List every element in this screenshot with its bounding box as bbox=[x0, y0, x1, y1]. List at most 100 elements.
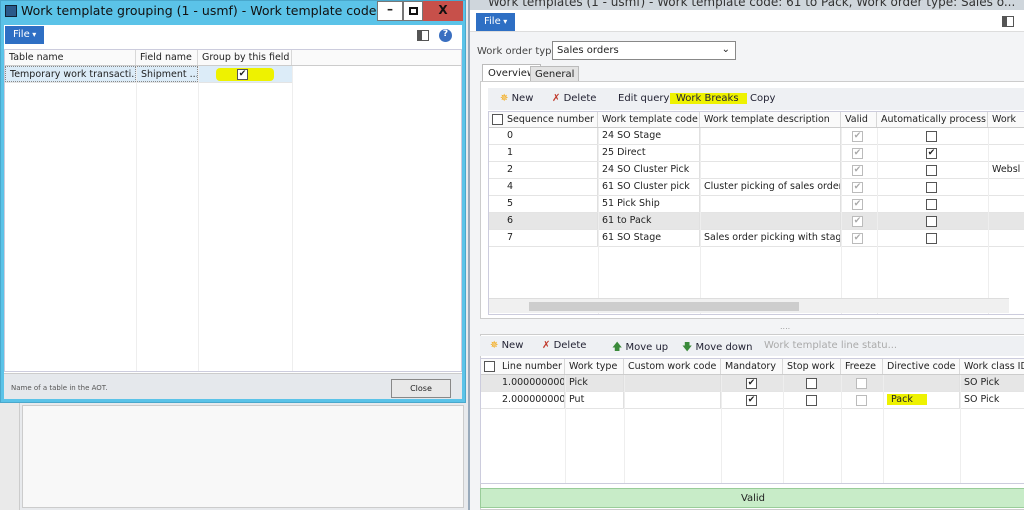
table-row[interactable]: 4 61 SO Cluster pick Cluster picking of sa… bbox=[489, 179, 1024, 196]
new-button[interactable]: ✵ New bbox=[500, 93, 533, 104]
auto-process-checkbox[interactable]: ✔ bbox=[926, 148, 937, 159]
column-header[interactable]: Stop work bbox=[783, 359, 841, 374]
column-header[interactable]: Group by this field bbox=[198, 50, 292, 65]
sequence-number: 2 bbox=[503, 162, 598, 178]
close-button[interactable]: Close bbox=[391, 379, 451, 398]
move-up-button[interactable]: 🡅 Move up bbox=[612, 340, 668, 357]
layout-icon[interactable] bbox=[1002, 16, 1014, 27]
work-template-grouping-window: Work template grouping (1 - usmf) - Work… bbox=[0, 0, 466, 403]
group-by-checkbox[interactable]: ✔ bbox=[237, 69, 248, 80]
work-template-code: 61 SO Stage bbox=[598, 230, 700, 246]
table-row[interactable]: 1.0000000000 Pick ✔ SO Pick bbox=[481, 375, 1024, 392]
work-templates-grid: Sequence number Work template code Work te… bbox=[488, 111, 1024, 315]
field-name[interactable]: Shipment ... bbox=[136, 66, 198, 82]
line-number: 2.0000000000 bbox=[498, 392, 565, 408]
horizontal-scrollbar[interactable] bbox=[489, 298, 1009, 313]
directive-code bbox=[883, 375, 960, 391]
column-header[interactable]: Work bbox=[988, 112, 1024, 127]
column-header[interactable]: Valid bbox=[841, 112, 877, 127]
directive-code: Pack bbox=[883, 392, 960, 408]
column-header[interactable]: Mandatory bbox=[721, 359, 783, 374]
file-menu[interactable]: File bbox=[5, 26, 45, 44]
minimize-button[interactable]: – bbox=[377, 1, 403, 21]
line-status-button: Work template line statu... bbox=[764, 340, 898, 351]
auto-process-checkbox[interactable] bbox=[926, 199, 937, 210]
work-value bbox=[988, 213, 1024, 229]
order-type-select[interactable]: Sales orders ⌄ bbox=[552, 41, 736, 60]
table-row[interactable]: 5 51 Pick Ship ✔ bbox=[489, 196, 1024, 213]
work-template-description bbox=[700, 162, 841, 178]
valid-checkbox: ✔ bbox=[852, 131, 863, 142]
table-row[interactable]: 2.0000000000 Put ✔ Pack SO Pick bbox=[481, 392, 1024, 409]
title-bar: Work templates (1 - usmf) - Work templat… bbox=[470, 0, 1024, 10]
column-divider bbox=[841, 128, 842, 314]
column-header[interactable]: Line number bbox=[498, 359, 565, 374]
splitter[interactable]: .... bbox=[780, 322, 790, 331]
select-all-checkbox[interactable] bbox=[484, 361, 495, 372]
line-new-button[interactable]: ✵ New bbox=[490, 340, 523, 351]
mandatory-checkbox[interactable]: ✔ bbox=[746, 378, 757, 389]
table-row[interactable]: 7 61 SO Stage Sales order picking with sta… bbox=[489, 230, 1024, 247]
column-header[interactable]: Work type bbox=[565, 359, 624, 374]
auto-process-checkbox[interactable] bbox=[926, 165, 937, 176]
custom-work-code bbox=[624, 375, 721, 391]
arrow-down-icon: 🡇 bbox=[682, 342, 693, 353]
column-header[interactable]: Automatically process bbox=[877, 112, 988, 127]
auto-process-checkbox[interactable] bbox=[926, 233, 937, 244]
column-header[interactable]: Field name bbox=[136, 50, 198, 65]
table-row[interactable]: 0 24 SO Stage ✔ bbox=[489, 128, 1024, 145]
column-header[interactable]: Work class ID bbox=[960, 359, 1024, 374]
work-template-description bbox=[700, 213, 841, 229]
work-template-code: 61 SO Cluster pick bbox=[598, 179, 700, 195]
tab-general[interactable]: General bbox=[530, 66, 580, 82]
valid-checkbox: ✔ bbox=[852, 216, 863, 227]
auto-process-checkbox[interactable] bbox=[926, 182, 937, 193]
work-value bbox=[988, 179, 1024, 195]
valid-checkbox: ✔ bbox=[852, 148, 863, 159]
valid-checkbox: ✔ bbox=[852, 165, 863, 176]
delete-x-icon: ✗ bbox=[542, 340, 551, 351]
column-header[interactable]: Work template description bbox=[700, 112, 841, 127]
work-class-id: SO Pick bbox=[964, 377, 1000, 388]
column-header[interactable]: Custom work code bbox=[624, 359, 721, 374]
auto-process-checkbox[interactable] bbox=[926, 216, 937, 227]
freeze-checkbox bbox=[856, 395, 867, 406]
stop-work-checkbox[interactable] bbox=[806, 395, 817, 406]
grid-header: Sequence number Work template code Work te… bbox=[489, 112, 1024, 128]
select-all-checkbox[interactable] bbox=[492, 114, 503, 125]
stop-work-checkbox[interactable] bbox=[806, 378, 817, 389]
column-header[interactable]: Directive code bbox=[883, 359, 960, 374]
work-breaks-button[interactable]: Work Breaks bbox=[670, 93, 747, 104]
table-row[interactable]: Temporary work transacti... Shipment ... ✔ bbox=[5, 66, 292, 83]
edit-query-button[interactable]: Edit query bbox=[618, 93, 669, 104]
work-template-code: 24 SO Cluster Pick bbox=[598, 162, 700, 178]
valid-checkbox: ✔ bbox=[852, 233, 863, 244]
column-header[interactable]: Freeze bbox=[841, 359, 883, 374]
maximize-button[interactable] bbox=[403, 1, 423, 21]
column-divider bbox=[700, 128, 701, 314]
line-delete-button[interactable]: ✗ Delete bbox=[542, 340, 586, 351]
table-row[interactable]: 2 24 SO Cluster Pick ✔ Websl bbox=[489, 162, 1024, 179]
close-window-button[interactable]: X bbox=[423, 1, 463, 21]
copy-button[interactable]: Copy bbox=[750, 93, 775, 104]
column-divider bbox=[988, 128, 989, 314]
table-row[interactable]: 6 61 to Pack ✔ bbox=[489, 213, 1024, 230]
delete-button[interactable]: ✗ Delete bbox=[552, 93, 596, 104]
work-template-description bbox=[700, 145, 841, 161]
help-icon[interactable]: ? bbox=[439, 29, 452, 42]
file-menu[interactable]: File bbox=[476, 13, 516, 31]
table-row[interactable]: 1 25 Direct ✔ ✔ bbox=[489, 145, 1024, 162]
column-header[interactable]: Work template code bbox=[598, 112, 700, 127]
move-down-button[interactable]: 🡇 Move down bbox=[682, 340, 752, 357]
auto-process-checkbox[interactable] bbox=[926, 131, 937, 142]
table-name[interactable]: Temporary work transacti... bbox=[5, 66, 136, 82]
sequence-number: 6 bbox=[503, 213, 598, 229]
layout-icon[interactable] bbox=[417, 30, 429, 41]
freeze-checkbox bbox=[856, 378, 867, 389]
column-header[interactable]: Table name bbox=[5, 50, 136, 65]
column-header[interactable]: Sequence number bbox=[503, 112, 598, 127]
work-value bbox=[988, 145, 1024, 161]
work-value bbox=[988, 196, 1024, 212]
work-template-description bbox=[700, 196, 841, 212]
mandatory-checkbox[interactable]: ✔ bbox=[746, 395, 757, 406]
